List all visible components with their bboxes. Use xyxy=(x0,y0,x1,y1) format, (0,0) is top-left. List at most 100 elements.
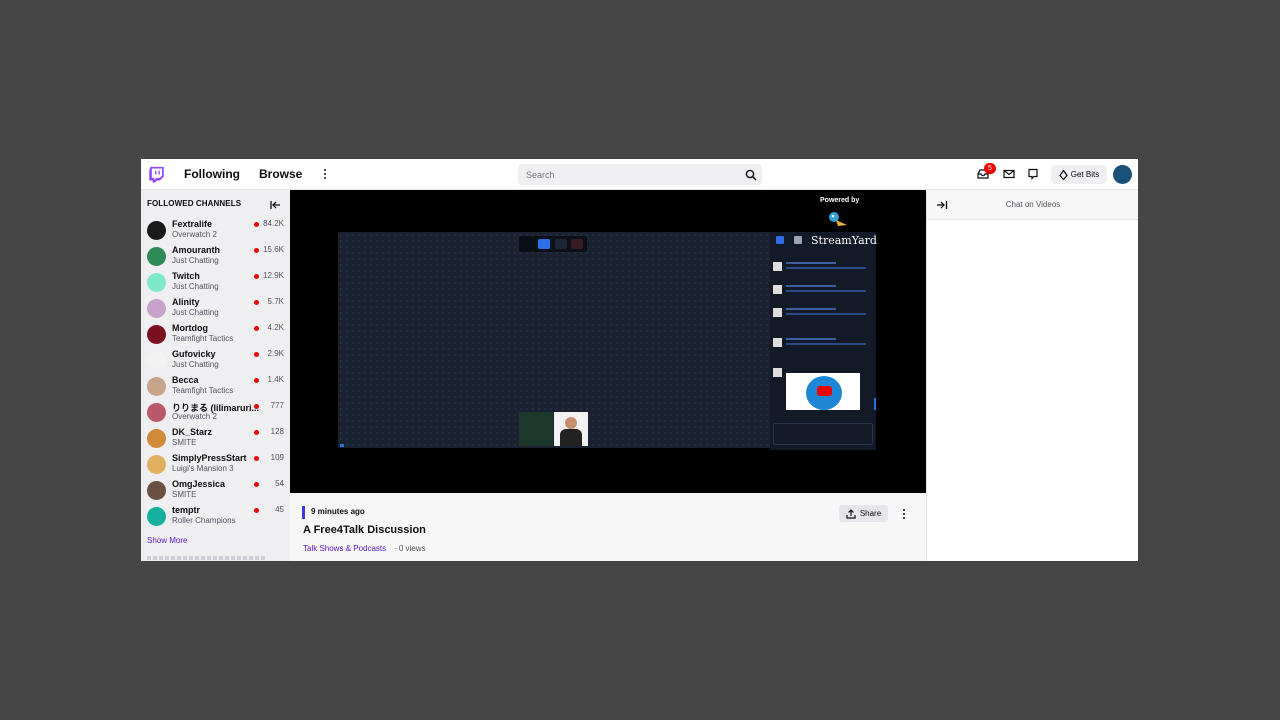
collapse-sidebar-icon[interactable] xyxy=(269,199,281,211)
share-button[interactable]: Share xyxy=(839,505,888,522)
channel-name: SimplyPressStart xyxy=(172,453,247,463)
show-more-link[interactable]: Show More xyxy=(147,536,187,545)
channel-viewer-count: 777 xyxy=(270,401,284,410)
channel-name: temptr xyxy=(172,505,201,515)
accent-bar xyxy=(302,506,305,519)
bits-gem-icon xyxy=(1059,169,1068,180)
video-more-options-icon[interactable] xyxy=(899,507,909,521)
live-indicator-icon xyxy=(254,404,259,409)
channel-game: SMITE xyxy=(172,438,197,447)
channel-game: SMITE xyxy=(172,490,197,499)
channel-viewer-count: 84.2K xyxy=(263,219,284,228)
search-input[interactable] xyxy=(518,164,740,185)
youtube-embed xyxy=(786,373,860,410)
grid-tab-icon xyxy=(794,236,802,244)
channel-avatar xyxy=(147,247,166,266)
live-indicator-icon xyxy=(254,300,259,305)
followed-channels-sidebar: FOLLOWED CHANNELS Fextralife Overwatch 28… xyxy=(141,190,290,561)
channel-avatar xyxy=(147,325,166,344)
channel-game: Just Chatting xyxy=(172,256,219,265)
channel-game: Just Chatting xyxy=(172,360,219,369)
nav-following[interactable]: Following xyxy=(184,167,240,181)
channel-game: Just Chatting xyxy=(172,308,219,317)
channel-name: DK_Starz xyxy=(172,427,213,437)
channel-game: Overwatch 2 xyxy=(172,412,217,421)
twitch-logo-icon[interactable] xyxy=(148,166,165,183)
channel-avatar xyxy=(147,299,166,318)
live-indicator-icon xyxy=(254,508,259,513)
share-label: Share xyxy=(859,509,882,518)
video-category-link[interactable]: Talk Shows & Podcasts xyxy=(303,544,386,553)
video-player[interactable]: Powered by StreamYard xyxy=(290,190,926,493)
channel-avatar xyxy=(147,429,166,448)
channel-avatar xyxy=(147,507,166,526)
video-info-bar: 9 minutes ago A Free4Talk Discussion Tal… xyxy=(290,493,926,561)
participant-thumbnail xyxy=(554,412,588,446)
sidebar-channel-item[interactable]: Amouranth Just Chatting 15.6K xyxy=(141,244,290,270)
live-indicator-icon xyxy=(254,248,259,253)
sidebar-channel-item[interactable]: Becca Teamfight Tactics 1.4K xyxy=(141,374,290,400)
notification-count-badge: 5 xyxy=(984,163,996,174)
channel-name: Twitch xyxy=(172,271,200,281)
top-nav: Following Browse 5 xyxy=(141,159,1138,190)
sidebar-channel-item[interactable]: SimplyPressStart Luigi's Mansion 3 109 xyxy=(141,452,290,478)
channel-viewer-count: 12.9K xyxy=(263,271,284,280)
live-indicator-icon xyxy=(254,482,259,487)
sidebar-channel-item[interactable]: temptr Roller Champions 45 xyxy=(141,504,290,530)
sidebar-channel-item[interactable]: OmgJessica SMITE 54 xyxy=(141,478,290,504)
channel-name: Gufovicky xyxy=(172,349,216,359)
channel-viewer-count: 1.4K xyxy=(267,375,284,384)
channel-avatar xyxy=(147,403,166,422)
search-icon xyxy=(745,169,757,181)
chat-message xyxy=(773,306,873,320)
chat-header: Chat on Videos xyxy=(927,190,1138,220)
get-bits-button[interactable]: Get Bits xyxy=(1051,165,1107,184)
nav-browse[interactable]: Browse xyxy=(259,167,302,181)
sidebar-channel-item[interactable]: Alinity Just Chatting 5.7K xyxy=(141,296,290,322)
sidebar-channel-item[interactable]: Fextralife Overwatch 2 84.2K xyxy=(141,218,290,244)
channel-name: OmgJessica xyxy=(172,479,226,489)
sidebar-channel-item[interactable]: Twitch Just Chatting 12.9K xyxy=(141,270,290,296)
stage-toolbar xyxy=(519,236,587,252)
channel-viewer-count: 5.7K xyxy=(267,297,284,306)
channel-game: Just Chatting xyxy=(172,282,219,291)
user-avatar[interactable] xyxy=(1113,165,1132,184)
channel-game: Overwatch 2 xyxy=(172,230,217,239)
channel-game: Teamfight Tactics xyxy=(172,334,234,343)
channel-avatar xyxy=(147,455,166,474)
sidebar-channel-item[interactable]: りりまる (lilimaruri... Overwatch 2 777 xyxy=(141,400,290,426)
channel-avatar xyxy=(147,221,166,240)
whispers-mail-icon[interactable] xyxy=(1002,167,1016,181)
search-button[interactable] xyxy=(740,164,762,185)
channel-viewer-count: 2.9K xyxy=(267,349,284,358)
sidebar-channel-item[interactable]: Gufovicky Just Chatting 2.9K xyxy=(141,348,290,374)
channel-game: Luigi's Mansion 3 xyxy=(172,464,234,473)
chat-message xyxy=(773,283,873,297)
live-indicator-icon xyxy=(254,274,259,279)
powered-by-label: Powered by xyxy=(820,197,860,204)
channel-avatar xyxy=(147,273,166,292)
chat-tab-icon xyxy=(776,236,784,244)
live-indicator-icon xyxy=(254,326,259,331)
share-icon xyxy=(846,508,856,519)
chat-message xyxy=(773,260,873,274)
chat-column: Chat on Videos xyxy=(926,190,1138,561)
participant-thumbnail xyxy=(519,412,553,446)
channel-viewer-count: 128 xyxy=(270,427,284,436)
channel-name: Becca xyxy=(172,375,199,385)
streamyard-wordmark: StreamYard xyxy=(811,234,877,247)
channel-name: Amouranth xyxy=(172,245,220,255)
progress-marker xyxy=(340,444,344,447)
sidebar-channel-item[interactable]: DK_Starz SMITE 128 xyxy=(141,426,290,452)
channel-game: Teamfight Tactics xyxy=(172,386,234,395)
chat-bubble-icon[interactable] xyxy=(1026,167,1040,181)
channel-name: Fextralife xyxy=(172,219,213,229)
more-menu-icon[interactable] xyxy=(320,167,330,181)
channel-viewer-count: 54 xyxy=(275,479,284,488)
live-indicator-icon xyxy=(254,378,259,383)
channel-viewer-count: 15.6K xyxy=(263,245,284,254)
sidebar-channel-item[interactable]: Mortdog Teamfight Tactics 4.2K xyxy=(141,322,290,348)
channel-name: Alinity xyxy=(172,297,200,307)
channel-viewer-count: 45 xyxy=(275,505,284,514)
twitch-app-window: Following Browse 5 xyxy=(141,159,1138,561)
